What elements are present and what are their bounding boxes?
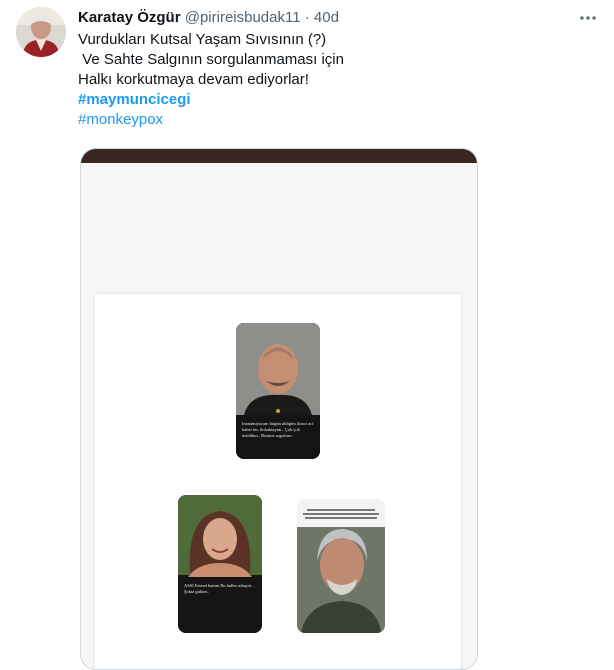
- story-two-caption: ASSİ Kemal hanım Bu haller nihayet.. Şok…: [184, 583, 254, 594]
- story-screenshot-man: Inanamiyorum bugün aldigim ikinci aci ha…: [236, 323, 320, 459]
- separator-dot: ·: [304, 9, 310, 26]
- tweet-media-image[interactable]: Inanamiyorum bugün aldigim ikinci aci ha…: [80, 148, 478, 670]
- tweet-text: Vurdukları Kutsal Yaşam Sıvısının (?) Ve…: [78, 30, 558, 130]
- tweet-header: Karatay Özgür @pirireisbudak11 · 40d: [78, 8, 339, 28]
- more-horizontal-icon[interactable]: [578, 8, 598, 28]
- hashtag-maymuncicegi[interactable]: #maymuncicegi: [78, 90, 558, 110]
- avatar-image: [16, 7, 66, 57]
- media-top-bar: [81, 149, 477, 163]
- story-one-caption: Inanamiyorum bugün aldigim ikinci aci ha…: [242, 421, 314, 438]
- hashtag-monkeypox[interactable]: #monkeypox: [78, 110, 558, 130]
- tweet-line-2: Ve Sahte Salgının sorgulanmaması için: [78, 51, 344, 68]
- story-screenshot-old-man: [297, 499, 385, 633]
- tweet-line-3: Halkı korkutmaya devam ediyorlar!: [78, 71, 309, 88]
- story-screenshot-woman: ASSİ Kemal hanım Bu haller nihayet.. Şok…: [178, 495, 262, 633]
- author-avatar[interactable]: [16, 7, 66, 57]
- tweet-line-1: Vurdukları Kutsal Yaşam Sıvısının (?): [78, 31, 327, 48]
- author-handle[interactable]: @pirireisbudak11: [185, 9, 301, 26]
- tweet-time[interactable]: 40d: [314, 9, 339, 26]
- author-name[interactable]: Karatay Özgür: [78, 9, 181, 26]
